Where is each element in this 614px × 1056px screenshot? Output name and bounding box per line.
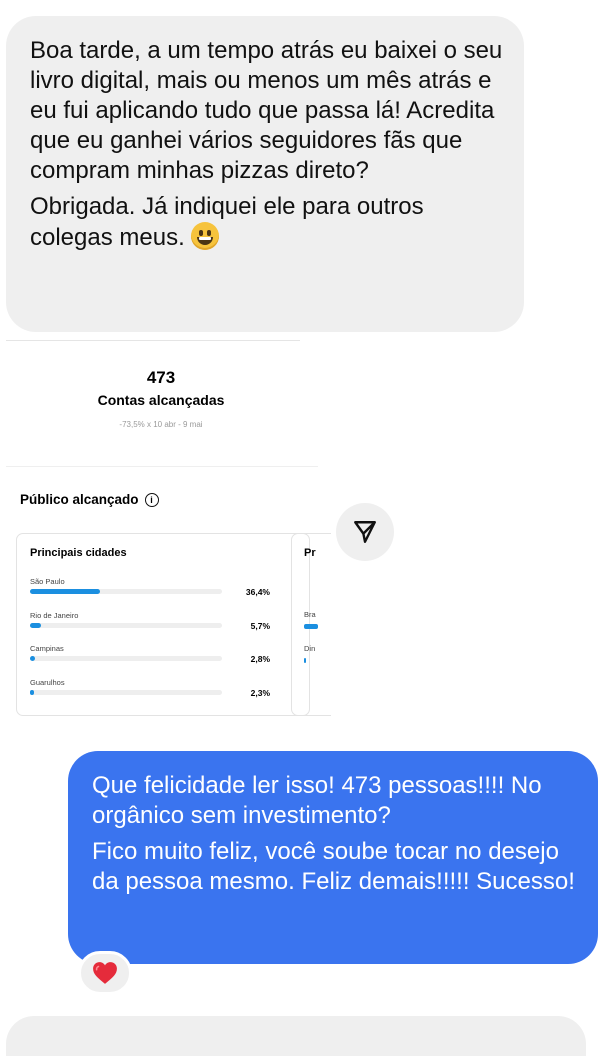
message-reaction[interactable] xyxy=(78,951,132,995)
divider xyxy=(6,466,318,467)
city-bar-track xyxy=(30,589,222,594)
city-bar-track xyxy=(30,690,222,695)
red-heart-icon xyxy=(93,962,117,984)
city-row: Campinas 2,8% xyxy=(30,644,270,674)
city-row: Rio de Janeiro 5,7% xyxy=(30,611,270,641)
city-name: Rio de Janeiro xyxy=(30,611,79,620)
row-bar-partial xyxy=(304,624,318,629)
city-row: São Paulo 36,4% xyxy=(30,577,270,607)
incoming-message-paragraph-1: Boa tarde, a um tempo atrás eu baixei o … xyxy=(30,37,503,184)
city-bar-fill xyxy=(30,589,100,594)
top-cities-card: Principais cidades São Paulo 36,4% Rio d… xyxy=(16,533,310,716)
city-bar-track xyxy=(30,623,222,628)
reach-label: Contas alcançadas xyxy=(97,392,225,408)
row-label-partial: Din xyxy=(304,644,316,653)
section-title-text: Público alcançado xyxy=(20,492,139,507)
city-row: Guarulhos 2,3% xyxy=(30,678,270,708)
next-message-bubble-partial[interactable] xyxy=(6,1016,586,1056)
city-percent: 36,4% xyxy=(245,587,270,597)
city-name: Campinas xyxy=(30,644,64,653)
divider xyxy=(6,340,300,341)
city-bar-fill xyxy=(30,656,36,661)
card-title-partial: Pr xyxy=(304,547,316,559)
section-title: Público alcançado i xyxy=(20,492,159,507)
city-bar-track xyxy=(30,656,222,661)
incoming-message-paragraph-2-text: Obrigada. Já indiquei ele para outros co… xyxy=(30,193,424,251)
paper-plane-icon xyxy=(354,521,376,543)
city-percent: 2,3% xyxy=(250,688,270,698)
incoming-message-paragraph-2: Obrigada. Já indiquei ele para outros co… xyxy=(30,192,504,253)
outgoing-message-paragraph-2: Fico muito feliz, você soube tocar no de… xyxy=(92,838,575,895)
info-icon: i xyxy=(144,492,159,507)
city-percent: 2,8% xyxy=(250,654,270,664)
share-button[interactable] xyxy=(336,503,394,561)
row-bar-partial xyxy=(304,658,306,663)
grinning-face-emoji-icon xyxy=(190,222,219,250)
card-title: Principais cidades xyxy=(30,547,127,559)
city-percent: 5,7% xyxy=(250,621,270,631)
city-bar-fill xyxy=(30,690,35,695)
city-bar-fill xyxy=(30,623,41,628)
reach-count: 473 xyxy=(146,368,176,387)
outgoing-message-paragraph-1: Que felicidade ler isso! 473 pessoas!!!!… xyxy=(92,772,542,829)
city-name: Guarulhos xyxy=(30,678,65,687)
reach-subtext: -73,5% x 10 abr - 9 mai xyxy=(119,420,203,429)
row-label-partial: Bra xyxy=(304,610,316,619)
incoming-message-bubble[interactable]: Boa tarde, a um tempo atrás eu baixei o … xyxy=(6,16,524,332)
city-name: São Paulo xyxy=(30,577,65,586)
second-card-partial: Pr Bra Din xyxy=(291,533,331,716)
outgoing-message-bubble[interactable]: Que felicidade ler isso! 473 pessoas!!!!… xyxy=(68,751,598,964)
